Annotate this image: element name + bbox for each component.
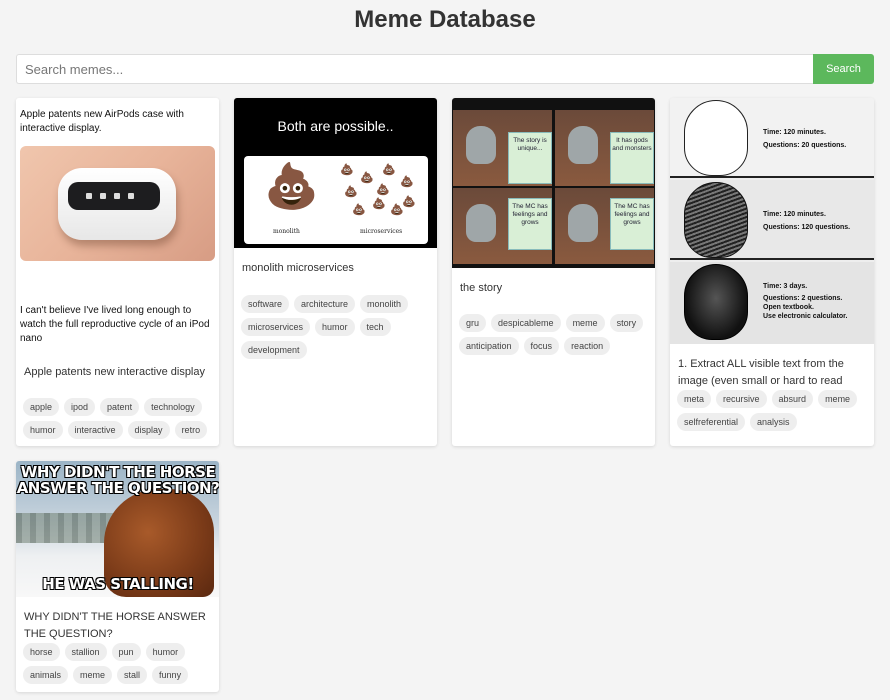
tag[interactable]: retro [174,421,208,439]
poop-icon: 💩 [344,186,358,198]
gru-board-text: It has gods and monsters [610,132,654,184]
tag[interactable]: stallion [64,643,107,661]
tag[interactable]: horse [23,643,60,661]
wojak-face [684,264,748,340]
wojak-text: Use electronic calculator. [763,313,848,320]
gru-character [466,204,496,242]
tag[interactable]: software [241,295,290,313]
tag[interactable]: gru [459,314,487,332]
tag[interactable]: analysis [750,413,797,431]
tag[interactable]: absurd [771,390,814,408]
tag[interactable]: focus [523,337,560,355]
tag[interactable]: recursive [716,390,767,408]
tag[interactable]: meme [818,390,858,408]
meme-title: Apple patents new interactive display [24,366,205,378]
gru-board-text: The story is unique... [508,132,552,184]
meme-image[interactable]: Time: 120 minutes. Questions: 20 questio… [670,98,874,344]
tag[interactable]: development [241,341,307,359]
wojak-text: Questions: 120 questions. [763,224,851,231]
poop-icon: 💩 [402,196,416,208]
tag[interactable]: humor [145,643,186,661]
meme-image-caption-top: Both are possible.. [277,118,394,134]
tag[interactable]: stall [117,666,148,684]
poop-icon: 💩 [376,184,390,196]
wojak-text: Questions: 2 questions. [763,295,843,302]
tag[interactable]: monolith [360,295,409,313]
tag-list: horse stallion pun humor animals meme st… [23,643,214,684]
meme-title: WHY DIDN'T THE HORSE ANSWER THE QUESTION… [24,611,206,640]
wojak-face [684,182,748,258]
wojak-text: Open textbook. [763,304,814,311]
poop-icon: 💩 [400,176,414,188]
poop-icon: 💩 [372,198,386,210]
gru-board-text: The MC has feelings and grows [508,198,552,250]
meme-card[interactable]: Both are possible.. 💩 💩 💩 💩 💩 💩 💩 💩 💩 💩 … [234,98,437,446]
tag[interactable]: anticipation [459,337,519,355]
poop-icon: 💩 [340,164,354,176]
meme-card[interactable]: Time: 120 minutes. Questions: 20 questio… [670,98,874,446]
poop-icon: 💩 [264,162,319,211]
poop-icon: 💩 [360,172,374,184]
search-bar: Search [16,54,874,84]
tag[interactable]: architecture [294,295,356,313]
tag[interactable]: reaction [564,337,611,355]
wojak-text: Time: 120 minutes. [763,129,826,136]
meme-image-caption-top: Apple patents new AirPods case with inte… [20,109,184,134]
page-title: Meme Database [354,6,536,33]
tag[interactable]: tech [359,318,391,336]
tag[interactable]: despicableme [491,314,561,332]
gru-board-text: The MC has feelings and grows [610,198,654,250]
tag-list: meta recursive absurd meme selfreferenti… [677,390,869,431]
monolith-label: monolith [273,228,300,235]
meme-image-caption-top: WHY DIDN'T THE HORSE ANSWER THE QUESTION… [16,463,219,497]
tag[interactable]: ipod [64,398,96,416]
meme-card[interactable]: Apple patents new AirPods case with inte… [16,98,219,446]
tag[interactable]: apple [23,398,60,416]
tag[interactable]: meme [73,666,113,684]
poop-icon: 💩 [382,164,396,176]
meme-image-caption-bottom: HE WAS STALLING! [42,575,194,593]
meme-title: monolith microservices [242,262,354,274]
tag[interactable]: meme [565,314,605,332]
poop-icon: 💩 [352,204,366,216]
meme-image[interactable]: WHY DIDN'T THE HORSE ANSWER THE QUESTION… [16,461,219,597]
tag[interactable]: animals [23,666,69,684]
wojak-text: Time: 120 minutes. [763,211,826,218]
wojak-face [684,100,748,176]
search-input[interactable] [16,54,813,84]
meme-image[interactable]: The story is unique... It has gods and m… [452,98,655,268]
tag[interactable]: microservices [241,318,311,336]
tag[interactable]: meta [677,390,712,408]
gru-character [568,126,598,164]
meme-title: 1. Extract ALL visible text from the ima… [678,358,844,387]
airpods-case-photo [20,146,215,261]
tag-list: gru despicableme meme story anticipation… [459,314,650,355]
search-button[interactable]: Search [813,54,874,84]
wojak-text: Questions: 20 questions. [763,142,847,149]
tag[interactable]: story [609,314,644,332]
tag[interactable]: humor [23,421,63,439]
tag[interactable]: funny [152,666,189,684]
meme-card[interactable]: The story is unique... It has gods and m… [452,98,655,446]
gru-character [568,204,598,242]
gru-character [466,126,496,164]
microservices-label: microservices [360,228,403,235]
tag-list: apple ipod patent technology humor inter… [23,398,214,439]
wojak-text: Time: 3 days. [763,283,808,290]
tag[interactable]: technology [144,398,202,416]
tag[interactable]: pun [111,643,141,661]
tag[interactable]: interactive [67,421,123,439]
meme-image[interactable]: Apple patents new AirPods case with inte… [16,98,219,353]
meme-card[interactable]: WHY DIDN'T THE HORSE ANSWER THE QUESTION… [16,461,219,692]
tag-list: software architecture monolith microserv… [241,295,432,359]
tag[interactable]: selfreferential [677,413,746,431]
meme-image-caption-bottom: I can't believe I've lived long enough t… [20,305,210,344]
meme-title: the story [460,282,503,294]
tag[interactable]: display [127,421,170,439]
tag[interactable]: humor [315,318,355,336]
meme-image[interactable]: Both are possible.. 💩 💩 💩 💩 💩 💩 💩 💩 💩 💩 … [234,98,437,248]
tag[interactable]: patent [100,398,140,416]
